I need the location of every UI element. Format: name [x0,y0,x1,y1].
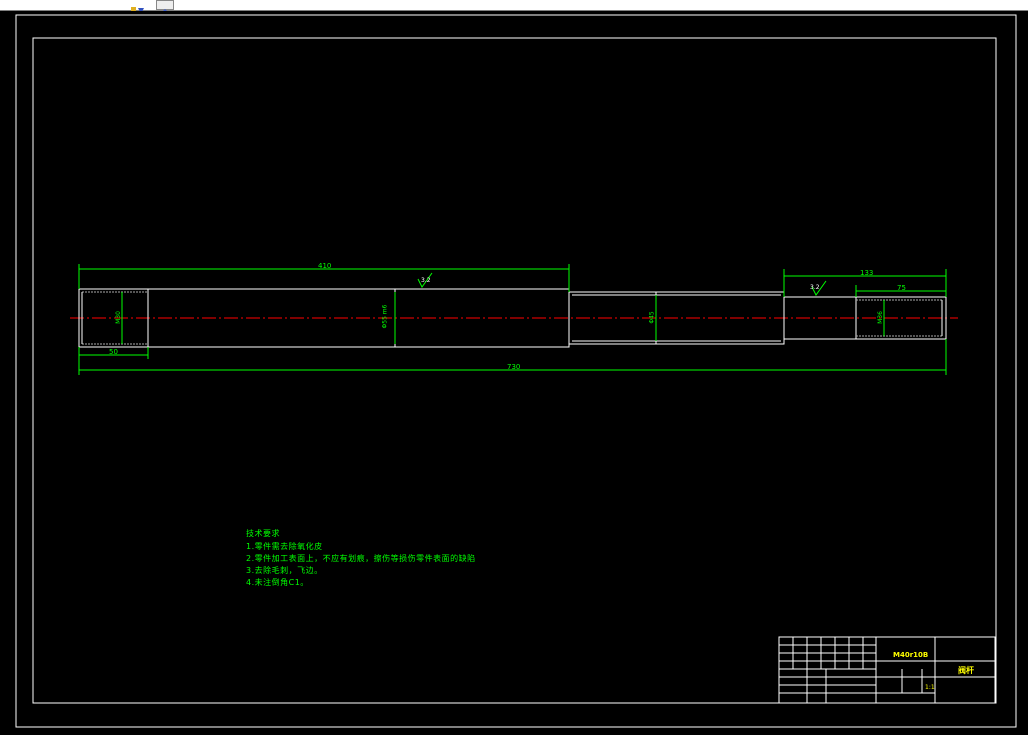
dim-left-section-length: 410 [318,262,332,270]
dim-total-length: 730 [507,363,521,371]
dim-main-diameter: Φ55 m6 [381,304,389,329]
tech-req-title: 技术要求 [246,529,280,538]
title-block-material: M40r10B [893,651,929,659]
tech-req-item-3: 3.去除毛刺，飞边。 [246,566,323,575]
layer-tool-icon[interactable] [130,0,146,14]
tech-req-item-4: 4.未注倒角C1。 [246,578,309,587]
cad-drawing [15,14,1017,728]
layer-state-icon[interactable] [156,0,174,14]
dim-left-thread-diameter: M30 [114,311,122,324]
title-block-scale: 1:1 [925,684,935,691]
dim-right-thread-diameter: M36 [876,311,884,324]
dim-right-section-length: 133 [860,269,874,277]
drawing-canvas[interactable]: 410 730 50 133 75 M30 Φ55 m6 Φ45 M36 3.2… [0,11,1028,735]
toolbar [0,0,1028,14]
tech-req-item-2: 2.零件加工表面上，不应有划痕，擦伤等损伤零件表面的缺陷 [246,554,476,563]
title-block-part-name: 阀杆 [958,666,974,675]
roughness-label-2: 3.2 [810,284,820,291]
roughness-label-1: 3.2 [421,277,431,284]
dimension-lines [78,264,947,375]
dim-right-thread-length: 75 [897,284,906,292]
sheet-outer-border [15,14,1017,728]
dim-left-thread-length: 50 [109,348,118,356]
tech-req-item-1: 1.零件需去除氧化皮 [246,542,323,551]
dim-middle-diameter: Φ45 [648,311,656,324]
